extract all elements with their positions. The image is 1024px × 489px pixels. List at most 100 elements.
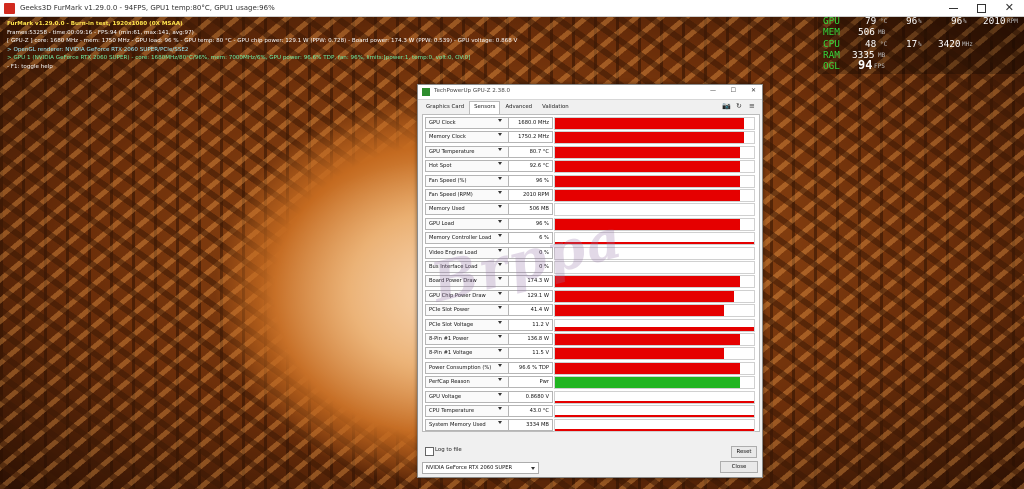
- sensor-graph-fill: [555, 146, 740, 158]
- sensor-value: 41.4 W: [508, 304, 553, 317]
- sensor-row: 8-Pin #1 Voltage 11.5 V: [423, 346, 759, 361]
- log-to-file-checkbox[interactable]: [425, 447, 434, 456]
- osd-label: GPU: [823, 16, 840, 27]
- sensor-value: 1750.2 MHz: [508, 131, 553, 144]
- osd-unit: °C: [880, 40, 888, 48]
- window-title: Geeks3D FurMark v1.29.0.0 - 94FPS, GPU1 …: [20, 4, 275, 12]
- sensor-graph-fill: [555, 429, 754, 432]
- sensor-value: 3334 MB: [508, 419, 553, 432]
- overlay-line: FurMark v1.29.0.0 - Burn-in test, 1920x1…: [7, 21, 183, 27]
- refresh-icon[interactable]: ↻: [736, 102, 742, 110]
- sensor-value: 0.8680 V: [508, 390, 553, 403]
- chevron-down-icon[interactable]: [498, 320, 502, 324]
- close-icon[interactable]: ✕: [751, 87, 756, 94]
- close-icon[interactable]: ✕: [1005, 1, 1014, 15]
- close-button[interactable]: Close: [720, 461, 758, 473]
- sensor-graph-fill: [555, 326, 754, 331]
- camera-icon[interactable]: 📷: [722, 102, 731, 110]
- osd-unit: MB: [878, 29, 886, 37]
- osd-unit: °C: [880, 18, 888, 25]
- menu-icon[interactable]: ≡: [749, 102, 755, 110]
- chevron-down-icon[interactable]: [498, 176, 502, 180]
- sensor-graph: [554, 189, 755, 202]
- gpu-selector-dropdown[interactable]: NVIDIA GeForce RTX 2060 SUPER: [422, 462, 539, 474]
- sensor-value: 96 %: [508, 174, 553, 187]
- osd-row-cpu: CPU 48 °C 17 % 3420 MHz: [818, 39, 1024, 50]
- sensor-value: 506 MB: [508, 203, 553, 216]
- chevron-down-icon[interactable]: [498, 421, 502, 425]
- tab-advanced[interactable]: Advanced: [500, 101, 537, 115]
- sensor-graph-fill: [555, 161, 740, 173]
- chevron-down-icon[interactable]: [498, 306, 502, 310]
- chevron-down-icon[interactable]: [498, 407, 502, 410]
- minimize-icon[interactable]: [949, 8, 958, 9]
- osd-unit: %: [918, 40, 922, 48]
- chevron-down-icon[interactable]: [498, 119, 502, 122]
- gpuz-app-icon: [422, 88, 430, 96]
- osd-value: 48: [865, 38, 877, 50]
- sensor-row: CPU Temperature 43.0 °C: [423, 404, 759, 418]
- chevron-down-icon[interactable]: [498, 133, 502, 137]
- chevron-down-icon[interactable]: [498, 392, 502, 396]
- chevron-down-icon[interactable]: [498, 349, 502, 353]
- sensor-value: 136.8 W: [508, 333, 553, 345]
- sensor-graph: [554, 160, 755, 174]
- sensor-row: Memory Clock 1750.2 MHz: [423, 130, 759, 145]
- chevron-down-icon[interactable]: [498, 147, 502, 151]
- sensor-row: PerfCap Reason Pwr: [423, 375, 759, 390]
- osd-value: 94: [858, 58, 873, 73]
- sensor-graph: [554, 390, 755, 404]
- sensor-row: GPU Temperature 80.7 °C: [423, 145, 759, 159]
- tab-graphics-card[interactable]: Graphics Card: [421, 101, 469, 115]
- osd-value: 17: [906, 38, 918, 50]
- osd-value: 2010: [983, 16, 1006, 27]
- chevron-down-icon[interactable]: [498, 205, 502, 209]
- sensor-value: 43.0 °C: [508, 405, 553, 417]
- sensor-row: PCIe Slot Voltage 11.2 V: [423, 318, 759, 332]
- sensor-graph-fill: [555, 362, 740, 374]
- osd-value: 96: [951, 16, 963, 27]
- chevron-down-icon[interactable]: [498, 363, 502, 367]
- sensor-graph: [554, 333, 755, 346]
- sensor-graph: [554, 419, 755, 433]
- osd-unit: %: [918, 18, 922, 25]
- minimize-icon[interactable]: —: [710, 87, 716, 94]
- sensor-graph: [554, 347, 755, 361]
- maximize-icon[interactable]: ☐: [731, 87, 736, 94]
- gpuz-tab-bar: Graphics Card Sensors Advanced Validatio…: [421, 101, 574, 115]
- sensor-graph-fill: [555, 118, 744, 129]
- sensor-row: GPU Clock 1680.0 MHz: [423, 116, 759, 130]
- overlay-line: Frames:53258 - time:00:09:16 - FPS:94 (m…: [7, 29, 194, 36]
- osd-value: 96: [906, 16, 918, 27]
- sensor-graph-fill: [555, 415, 754, 417]
- tab-sensors[interactable]: Sensors: [469, 101, 501, 114]
- overlay-line: > OpenGL renderer: NVIDIA GeForce RTX 20…: [7, 46, 189, 53]
- sensor-value: 92.6 °C: [508, 160, 553, 173]
- reset-button[interactable]: Reset: [731, 446, 757, 458]
- sensor-row: Fan Speed (%) 96 %: [423, 174, 759, 188]
- sensor-value: 96.6 % TDP: [508, 361, 553, 374]
- sensor-value: Pwr: [508, 376, 553, 389]
- gpuz-window-title: TechPowerUp GPU-Z 2.38.0: [434, 88, 511, 94]
- sensor-graph: [554, 376, 755, 390]
- chevron-down-icon[interactable]: [498, 219, 502, 223]
- sensor-graph-fill: [555, 348, 724, 360]
- chevron-down-icon[interactable]: [498, 335, 502, 338]
- maximize-icon[interactable]: [977, 4, 986, 13]
- sensor-value: 11.2 V: [508, 318, 553, 331]
- gpuz-title-bar[interactable]: TechPowerUp GPU-Z 2.38.0 — ☐ ✕: [418, 85, 762, 100]
- overlay-line: > GPU 1 (NVIDIA GeForce RTX 2060 SUPER) …: [7, 55, 471, 62]
- chevron-down-icon[interactable]: [498, 162, 502, 166]
- sensor-graph: [554, 361, 755, 375]
- chevron-down-icon[interactable]: [498, 191, 502, 194]
- osd-stats-panel: GPU 79 °C 96 % 96 % 2010 RPM MEM 506 MB …: [818, 16, 1024, 74]
- sensor-value: 1680.0 MHz: [508, 117, 553, 129]
- furmark-title-bar[interactable]: Geeks3D FurMark v1.29.0.0 - 94FPS, GPU1 …: [0, 0, 1024, 17]
- sensor-graph: [554, 405, 755, 418]
- sensor-graph-fill: [555, 334, 740, 345]
- sensor-graph: [554, 145, 755, 159]
- sensor-graph-fill: [555, 305, 724, 317]
- tab-validation[interactable]: Validation: [537, 101, 574, 115]
- sensor-row: Hot Spot 92.6 °C: [423, 159, 759, 174]
- chevron-down-icon[interactable]: [498, 378, 502, 382]
